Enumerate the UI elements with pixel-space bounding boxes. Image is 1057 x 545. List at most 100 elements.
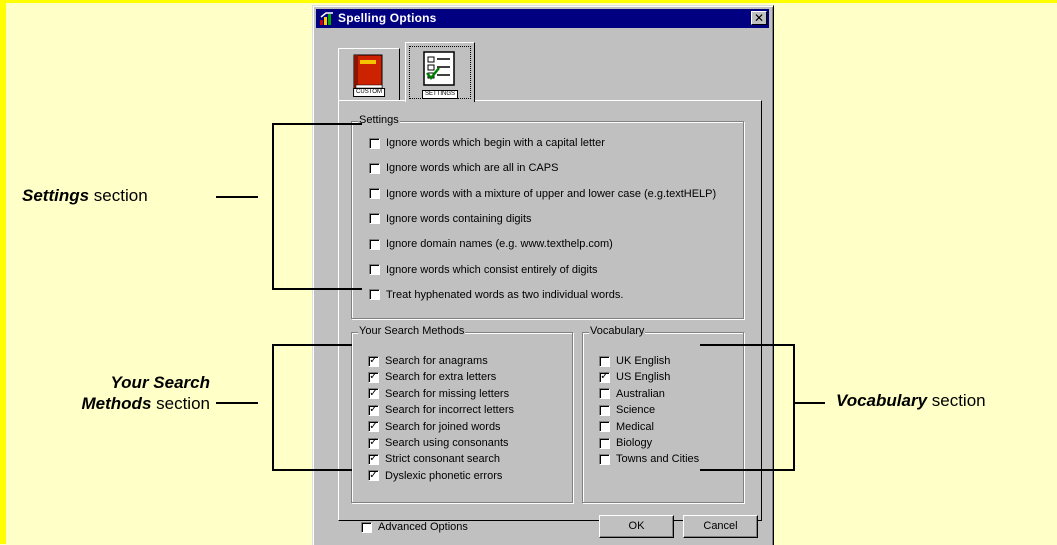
- checkbox-box[interactable]: [599, 453, 610, 465]
- checkbox-box[interactable]: [599, 355, 610, 367]
- checkbox-box[interactable]: ✓: [368, 470, 379, 482]
- checkbox-box[interactable]: [369, 137, 380, 149]
- spelling-options-dialog: Spelling Options ✕ CUSTOM SETTINGS Setti: [312, 5, 774, 545]
- vocabulary-option-checkbox[interactable]: Medical: [599, 421, 654, 433]
- checkbox-box[interactable]: ✓: [368, 437, 379, 449]
- vocabulary-pointer-line: [795, 402, 825, 404]
- search-method-option-label: Search for joined words: [385, 420, 501, 433]
- checkbox-box[interactable]: [599, 388, 610, 400]
- checkbox-box[interactable]: [369, 264, 380, 275]
- checkbox-box[interactable]: ✓: [368, 388, 379, 400]
- vocabulary-annotation-rest: section: [927, 391, 986, 410]
- setting-option-checkbox[interactable]: Ignore domain names (e.g. www.texthelp.c…: [369, 238, 613, 250]
- settings-annotation-bold: Settings: [22, 186, 90, 205]
- tab-settings[interactable]: SETTINGS: [405, 42, 475, 102]
- vocabulary-annotation-bold: Vocabulary: [836, 391, 928, 410]
- book-icon: [320, 12, 333, 25]
- checkbox-box[interactable]: [369, 238, 380, 250]
- ok-button[interactable]: OK: [599, 515, 674, 538]
- search-methods-group-title: Your Search Methods: [358, 325, 466, 337]
- search-method-option-label: Dyslexic phonetic errors: [385, 469, 503, 482]
- vocabulary-option-label: Science: [616, 404, 656, 417]
- checkbox-box[interactable]: ✓: [368, 453, 379, 465]
- checkbox-box[interactable]: ✓: [599, 371, 610, 383]
- tab-custom[interactable]: CUSTOM: [338, 48, 400, 100]
- setting-option-label: Ignore words containing digits: [386, 212, 532, 225]
- settings-annotation: Settings section: [22, 186, 148, 206]
- vocabulary-option-checkbox[interactable]: Towns and Cities: [599, 453, 699, 465]
- checkbox-box[interactable]: [369, 213, 380, 225]
- search-bracket-vertical: [272, 344, 274, 470]
- vocabulary-option-checkbox[interactable]: ✓ US English: [599, 371, 670, 383]
- checkbox-box[interactable]: ✓: [368, 371, 379, 383]
- checkbox-box[interactable]: ✓: [368, 421, 379, 433]
- search-annotation-rest: section: [151, 394, 210, 413]
- search-method-option-checkbox[interactable]: ✓ Dyslexic phonetic errors: [368, 470, 502, 482]
- checkbox-box[interactable]: [369, 289, 380, 301]
- vocabulary-bracket-bottom: [700, 469, 795, 471]
- vocabulary-option-checkbox[interactable]: Biology: [599, 437, 652, 449]
- checkbox-box[interactable]: [369, 162, 380, 174]
- vocabulary-option-label: UK English: [616, 355, 671, 367]
- checkbox-box[interactable]: [599, 404, 610, 416]
- vocabulary-group-title: Vocabulary: [589, 325, 646, 337]
- settings-group: Settings Ignore words which begin with a…: [351, 114, 744, 319]
- advanced-options-checkbox[interactable]: Advanced Options: [361, 521, 468, 533]
- search-annotation-line2: Methods section: [50, 393, 210, 414]
- setting-option-label: Ignore domain names (e.g. www.texthelp.c…: [386, 238, 613, 251]
- vocabulary-option-checkbox[interactable]: Science: [599, 404, 655, 416]
- vocabulary-bracket-vertical: [793, 344, 795, 470]
- vocabulary-option-label: US English: [616, 371, 671, 384]
- checkbox-box[interactable]: [599, 421, 610, 433]
- setting-option-label: Ignore words with a mixture of upper and…: [386, 187, 717, 200]
- close-button[interactable]: ✕: [751, 11, 767, 25]
- search-method-option-checkbox[interactable]: ✓ Search for missing letters: [368, 388, 509, 400]
- vocabulary-option-checkbox[interactable]: UK English: [599, 355, 670, 367]
- checkbox-box[interactable]: ✓: [368, 404, 379, 416]
- red-book-icon: [353, 54, 383, 89]
- setting-option-label: Ignore words which consist entirely of d…: [386, 263, 598, 276]
- checkbox-box[interactable]: ✓: [368, 355, 379, 367]
- setting-option-checkbox[interactable]: Ignore words containing digits: [369, 213, 532, 225]
- settings-bracket-top: [272, 123, 362, 125]
- setting-option-checkbox[interactable]: Ignore words which begin with a capital …: [369, 137, 605, 149]
- settings-bracket-bottom: [272, 288, 362, 290]
- vocabulary-option-label: Towns and Cities: [616, 453, 700, 466]
- setting-option-label: Treat hyphenated words as two individual…: [386, 288, 624, 301]
- vocabulary-bracket-top: [700, 344, 795, 346]
- setting-option-label: Ignore words which begin with a capital …: [386, 137, 605, 149]
- vocabulary-group: Vocabulary UK English ✓ US English Australi…: [582, 325, 744, 503]
- checkbox-box[interactable]: [599, 437, 610, 449]
- vocabulary-option-checkbox[interactable]: Australian: [599, 388, 665, 400]
- setting-option-checkbox[interactable]: Ignore words with a mixture of upper and…: [369, 188, 716, 200]
- title-bar[interactable]: Spelling Options ✕: [316, 9, 769, 28]
- page-frame-top: [0, 0, 1057, 3]
- search-method-option-checkbox[interactable]: ✓ Search for anagrams: [368, 355, 488, 367]
- vocabulary-annotation: Vocabulary section: [836, 391, 986, 411]
- search-methods-group: Your Search Methods ✓ Search for anagrams…: [351, 325, 573, 503]
- checkbox-box[interactable]: [369, 188, 380, 200]
- search-method-option-label: Search for missing letters: [385, 387, 510, 400]
- vocabulary-option-label: Medical: [616, 420, 654, 433]
- search-method-option-label: Search for extra letters: [385, 371, 497, 384]
- search-annotation-line1: Your Search: [50, 372, 210, 393]
- search-annotation-bold1: Your Search: [110, 373, 210, 392]
- setting-option-checkbox[interactable]: Ignore words which consist entirely of d…: [369, 264, 598, 276]
- search-method-option-checkbox[interactable]: ✓ Search using consonants: [368, 437, 509, 449]
- search-method-option-label: Search using consonants: [385, 437, 509, 449]
- setting-option-checkbox[interactable]: Treat hyphenated words as two individual…: [369, 289, 623, 301]
- search-method-option-label: Strict consonant search: [385, 453, 500, 466]
- search-method-option-checkbox[interactable]: ✓ Strict consonant search: [368, 453, 500, 465]
- settings-group-title: Settings: [358, 114, 400, 126]
- dialog-title: Spelling Options: [338, 11, 437, 25]
- tab-settings-label: SETTINGS: [421, 90, 459, 99]
- setting-option-label: Ignore words which are all in CAPS: [386, 162, 559, 175]
- search-method-option-checkbox[interactable]: ✓ Search for incorrect letters: [368, 404, 514, 416]
- checkbox-box[interactable]: [361, 521, 372, 533]
- checklist-icon: [423, 51, 455, 86]
- search-method-option-checkbox[interactable]: ✓ Search for extra letters: [368, 371, 496, 383]
- search-method-option-checkbox[interactable]: ✓ Search for joined words: [368, 421, 501, 433]
- cancel-button[interactable]: Cancel: [683, 515, 758, 538]
- settings-annotation-rest: section: [89, 186, 148, 205]
- setting-option-checkbox[interactable]: Ignore words which are all in CAPS: [369, 162, 558, 174]
